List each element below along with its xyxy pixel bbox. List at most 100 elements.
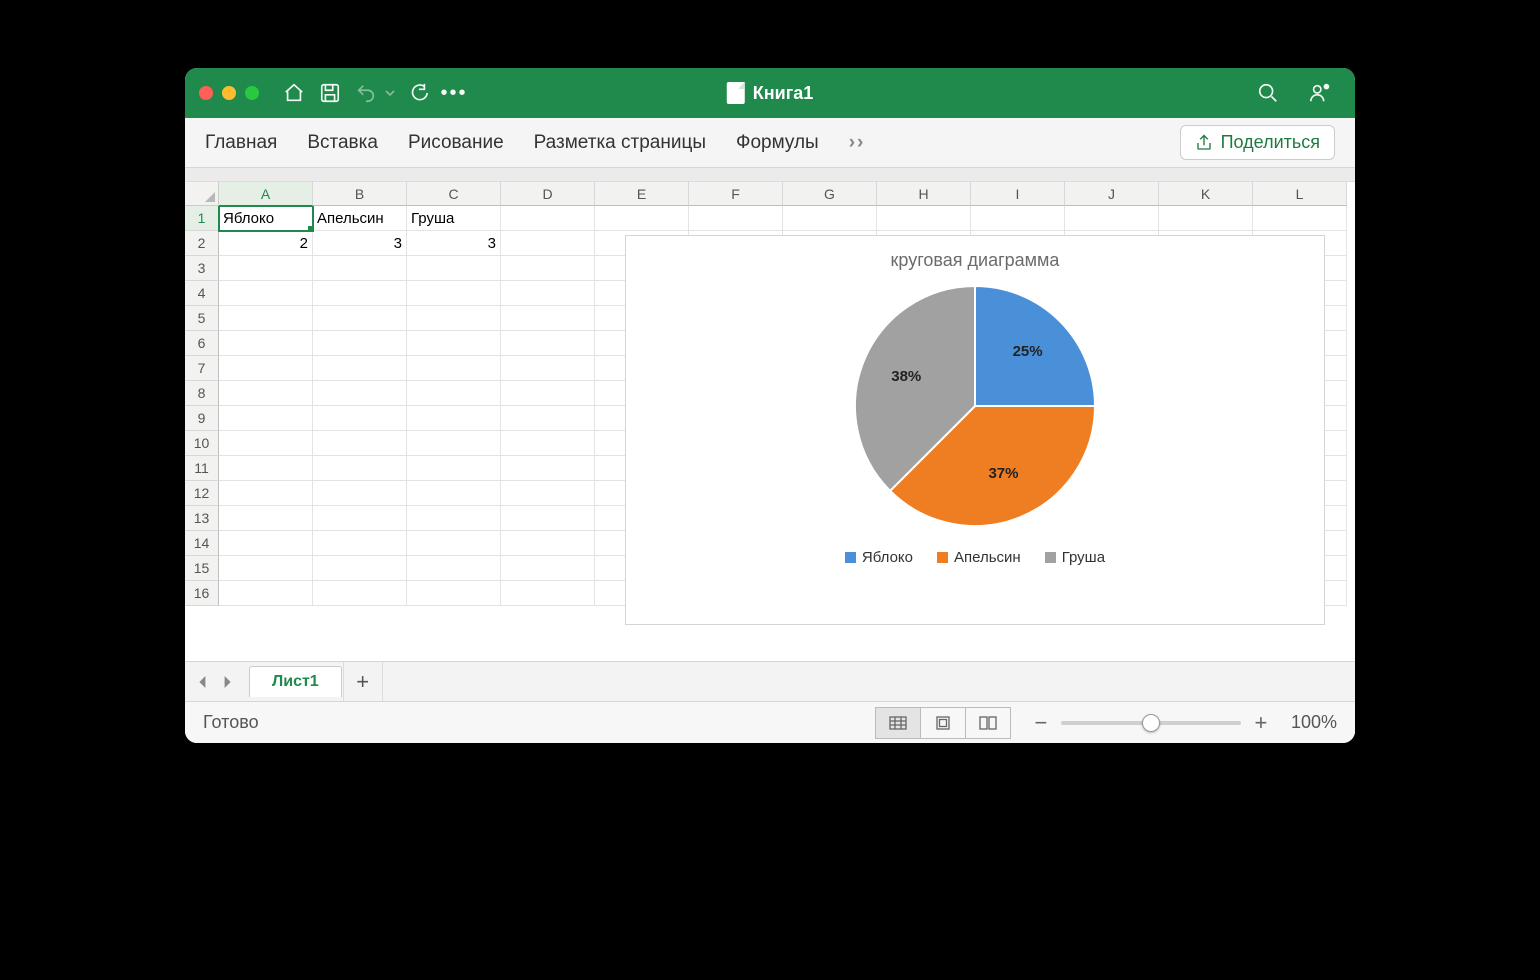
cell[interactable] <box>783 206 877 231</box>
cell[interactable] <box>219 581 313 606</box>
minimize-window-button[interactable] <box>222 86 236 100</box>
column-header[interactable]: H <box>877 182 971 206</box>
cell[interactable] <box>219 331 313 356</box>
cell[interactable] <box>219 506 313 531</box>
cell[interactable] <box>1253 206 1347 231</box>
column-header[interactable]: L <box>1253 182 1347 206</box>
row-header[interactable]: 6 <box>185 331 219 356</box>
column-header[interactable]: F <box>689 182 783 206</box>
cell[interactable] <box>313 306 407 331</box>
view-normal-button[interactable] <box>875 707 921 739</box>
cell[interactable] <box>501 506 595 531</box>
zoom-slider[interactable] <box>1061 721 1241 725</box>
cell[interactable] <box>407 431 501 456</box>
cell[interactable]: 3 <box>313 231 407 256</box>
cell[interactable] <box>971 206 1065 231</box>
cell[interactable] <box>313 406 407 431</box>
cell[interactable] <box>313 256 407 281</box>
column-header[interactable]: J <box>1065 182 1159 206</box>
tab-draw[interactable]: Рисование <box>408 132 504 154</box>
cell[interactable] <box>407 381 501 406</box>
cell[interactable] <box>313 456 407 481</box>
cell[interactable] <box>219 381 313 406</box>
cell[interactable] <box>501 281 595 306</box>
row-header[interactable]: 1 <box>185 206 219 231</box>
search-icon[interactable] <box>1253 78 1283 108</box>
row-header[interactable]: 11 <box>185 456 219 481</box>
row-header[interactable]: 5 <box>185 306 219 331</box>
cell[interactable] <box>219 256 313 281</box>
cell[interactable] <box>407 406 501 431</box>
cell[interactable] <box>407 531 501 556</box>
undo-dropdown-icon[interactable] <box>383 78 397 108</box>
cell[interactable] <box>313 356 407 381</box>
column-header[interactable]: E <box>595 182 689 206</box>
cell[interactable] <box>407 456 501 481</box>
cell[interactable] <box>501 531 595 556</box>
column-header[interactable]: C <box>407 182 501 206</box>
cell[interactable] <box>313 281 407 306</box>
cell[interactable] <box>501 556 595 581</box>
row-header[interactable]: 2 <box>185 231 219 256</box>
cell[interactable] <box>313 481 407 506</box>
cell[interactable] <box>501 481 595 506</box>
cell[interactable] <box>407 281 501 306</box>
cell[interactable] <box>219 406 313 431</box>
cell[interactable]: Яблоко <box>219 206 313 231</box>
row-header[interactable]: 10 <box>185 431 219 456</box>
share-button[interactable]: Поделиться <box>1180 125 1335 160</box>
row-header[interactable]: 9 <box>185 406 219 431</box>
undo-icon[interactable] <box>351 78 381 108</box>
cell[interactable] <box>501 306 595 331</box>
column-header[interactable]: G <box>783 182 877 206</box>
cell[interactable] <box>407 506 501 531</box>
row-header[interactable]: 12 <box>185 481 219 506</box>
row-header[interactable]: 15 <box>185 556 219 581</box>
cell[interactable] <box>219 306 313 331</box>
zoom-in-button[interactable]: + <box>1251 710 1271 736</box>
pie-chart[interactable]: круговая диаграмма 25%37%38% Яблоко Апел… <box>625 235 1325 625</box>
save-icon[interactable] <box>315 78 345 108</box>
column-header[interactable]: I <box>971 182 1065 206</box>
cell[interactable] <box>219 531 313 556</box>
tab-home[interactable]: Главная <box>205 132 277 154</box>
more-icon[interactable]: ••• <box>439 78 469 108</box>
row-header[interactable]: 14 <box>185 531 219 556</box>
cell[interactable] <box>689 206 783 231</box>
cell[interactable] <box>501 356 595 381</box>
maximize-window-button[interactable] <box>245 86 259 100</box>
cell[interactable] <box>219 481 313 506</box>
home-icon[interactable] <box>279 78 309 108</box>
cell[interactable]: 3 <box>407 231 501 256</box>
cell[interactable] <box>501 256 595 281</box>
column-header[interactable]: D <box>501 182 595 206</box>
cell[interactable] <box>1065 206 1159 231</box>
column-header[interactable]: K <box>1159 182 1253 206</box>
cell[interactable] <box>501 431 595 456</box>
close-window-button[interactable] <box>199 86 213 100</box>
row-header[interactable]: 13 <box>185 506 219 531</box>
row-header[interactable]: 8 <box>185 381 219 406</box>
row-header[interactable]: 7 <box>185 356 219 381</box>
row-header[interactable]: 4 <box>185 281 219 306</box>
cell[interactable] <box>219 556 313 581</box>
add-sheet-button[interactable]: + <box>343 662 383 701</box>
cell[interactable] <box>501 381 595 406</box>
cell[interactable] <box>407 256 501 281</box>
cell[interactable] <box>595 206 689 231</box>
cell[interactable]: 2 <box>219 231 313 256</box>
cell[interactable] <box>407 581 501 606</box>
tab-insert[interactable]: Вставка <box>307 132 378 154</box>
row-header[interactable]: 16 <box>185 581 219 606</box>
coauthor-icon[interactable] <box>1305 78 1335 108</box>
cell[interactable] <box>407 481 501 506</box>
cell[interactable] <box>501 206 595 231</box>
cell[interactable] <box>1159 206 1253 231</box>
cell[interactable] <box>219 281 313 306</box>
cell[interactable] <box>501 456 595 481</box>
zoom-out-button[interactable]: − <box>1031 710 1051 736</box>
cell[interactable] <box>313 506 407 531</box>
sheet-tab-active[interactable]: Лист1 <box>249 666 342 697</box>
cell[interactable] <box>313 531 407 556</box>
sheet-prev-button[interactable] <box>191 670 215 694</box>
